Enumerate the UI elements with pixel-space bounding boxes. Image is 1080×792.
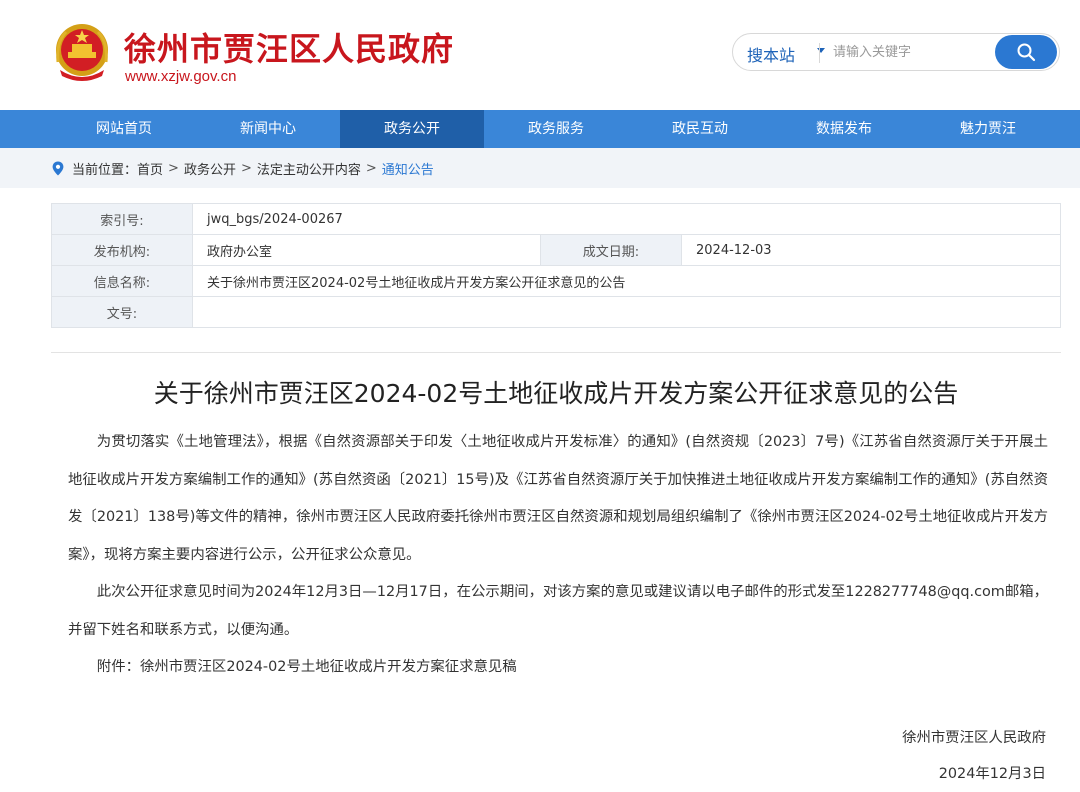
signature-org: 徐州市贾汪区人民政府 (902, 730, 1046, 746)
index-value: jwq_bgs/2024-00267 (192, 203, 1061, 235)
article-paragraph: 为贯切落实《土地管理法》，根据《自然资源部关于印发〈土地征收成片开发标准〉的通知… (68, 434, 1048, 563)
article-title: 关于徐州市贾汪区2024-02号土地征收成片开发方案公开征求意见的公告 (153, 379, 959, 408)
date-label: 成文日期: (540, 234, 682, 266)
signature-block: 徐州市贾汪区人民政府 2024年12月3日 (902, 720, 1046, 792)
main-nav: 网站首页 新闻中心 政务公开 政务服务 政民互动 数据发布 魅力贾汪 (0, 110, 1080, 148)
breadcrumb-item-home[interactable]: 首页 (137, 159, 163, 178)
article-paragraph: 此次公开征求意见时间为2024年12月3日—12月17日，在公示期间，对该方案的… (68, 584, 1048, 638)
location-pin-icon (52, 161, 64, 176)
signature-date: 2024年12月3日 (938, 766, 1046, 782)
search-scope-dropdown[interactable]: 搜本站 (747, 42, 795, 66)
table-row: 发布机构: 政府办公室 成文日期: 2024-12-03 (51, 234, 1061, 266)
search-input[interactable] (833, 39, 983, 65)
document-info-table: 索引号: jwq_bgs/2024-00267 发布机构: 政府办公室 成文日期… (51, 203, 1061, 328)
index-label: 索引号: (51, 203, 193, 235)
site-header: 徐州市贾汪区人民政府 www.xzjw.gov.cn 搜本站 (0, 0, 1080, 110)
search-button[interactable] (995, 35, 1057, 69)
article-body: 为贯切落实《土地管理法》，根据《自然资源部关于印发〈土地征收成片开发标准〉的通知… (68, 424, 1048, 687)
breadcrumb-prefix: 当前位置： (72, 163, 138, 178)
site-title[interactable]: 徐州市贾汪区人民政府 (124, 24, 454, 70)
breadcrumb-separator: > (240, 161, 252, 176)
national-emblem-icon[interactable] (52, 22, 112, 84)
content-divider (51, 352, 1061, 353)
search-divider (819, 43, 820, 63)
nav-item-gov-open[interactable]: 政务公开 (340, 110, 484, 148)
site-url: www.xzjw.gov.cn (125, 68, 237, 85)
org-label: 发布机构: (51, 234, 193, 266)
nav-item-home[interactable]: 网站首页 (52, 110, 196, 148)
doc-number-label: 文号: (51, 296, 193, 328)
breadcrumb-separator: > (365, 161, 377, 176)
breadcrumb: 当前位置： 首页 > 政务公开 > 法定主动公开内容 > 通知公告 (52, 159, 434, 178)
search-icon (1017, 43, 1036, 62)
date-value: 2024-12-03 (681, 234, 1061, 266)
table-row: 文号: (51, 296, 1061, 328)
org-value: 政府办公室 (192, 234, 541, 266)
breadcrumb-item-statutory[interactable]: 法定主动公开内容 (257, 159, 361, 178)
nav-item-gov-service[interactable]: 政务服务 (484, 110, 628, 148)
nav-item-news[interactable]: 新闻中心 (196, 110, 340, 148)
doc-number-value (192, 296, 1061, 328)
table-row: 信息名称: 关于徐州市贾汪区2024-02号土地征收成片开发方案公开征求意见的公… (51, 265, 1061, 297)
attachment-link[interactable]: 附件：徐州市贾汪区2024-02号土地征收成片开发方案征求意见稿 (68, 649, 1048, 687)
breadcrumb-bar: 当前位置： 首页 > 政务公开 > 法定主动公开内容 > 通知公告 (0, 148, 1080, 188)
breadcrumb-item-gov-open[interactable]: 政务公开 (184, 159, 236, 178)
breadcrumb-separator: > (168, 161, 179, 176)
nav-item-interaction[interactable]: 政民互动 (628, 110, 772, 148)
table-row: 索引号: jwq_bgs/2024-00267 (51, 203, 1061, 235)
name-value: 关于徐州市贾汪区2024-02号土地征收成片开发方案公开征求意见的公告 (192, 265, 1061, 297)
name-label: 信息名称: (51, 265, 193, 297)
breadcrumb-item-notices[interactable]: 通知公告 (382, 159, 434, 178)
search-bar: 搜本站 (732, 33, 1060, 71)
nav-item-data[interactable]: 数据发布 (772, 110, 916, 148)
nav-item-charm[interactable]: 魅力贾汪 (916, 110, 1060, 148)
